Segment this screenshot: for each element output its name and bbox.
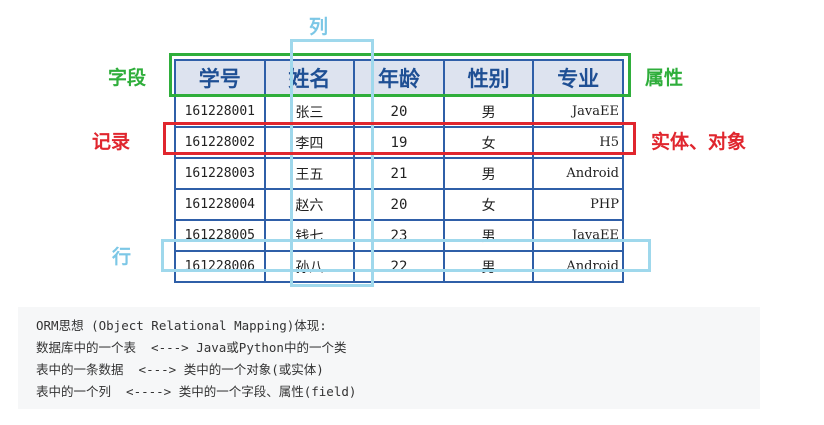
attribute-label: 属性	[645, 67, 684, 89]
cell-student-id: 161228004	[174, 188, 266, 221]
note-line: ORM思想 (Object Relational Mapping)体现:	[36, 318, 327, 333]
entity-label: 实体、对象	[651, 131, 747, 153]
field-highlight-box	[169, 53, 631, 97]
cell-gender: 男	[442, 157, 535, 190]
cell-gender: 女	[442, 188, 535, 221]
row-highlight-box	[161, 239, 651, 272]
orm-note-block: ORM思想 (Object Relational Mapping)体现: 数据库…	[18, 307, 760, 409]
row-label: 行	[112, 246, 132, 268]
table-row: 161228003 王五 21 男 Android	[174, 157, 624, 190]
note-line: 表中的一条数据 <---> 类中的一个对象(或实体)	[36, 362, 324, 377]
record-highlight-box	[163, 122, 636, 155]
cell-major: PHP	[532, 188, 624, 221]
field-label: 字段	[108, 67, 147, 89]
table-row: 161228004 赵六 20 女 PHP	[174, 188, 624, 221]
column-label: 列	[309, 16, 329, 38]
cell-student-id: 161228003	[174, 157, 266, 190]
note-line: 表中的一个列 <----> 类中的一个字段、属性(field)	[36, 384, 357, 399]
cell-major: Android	[532, 157, 624, 190]
note-line: 数据库中的一个表 <---> Java或Python中的一个类	[36, 340, 347, 355]
record-label: 记录	[92, 131, 131, 153]
